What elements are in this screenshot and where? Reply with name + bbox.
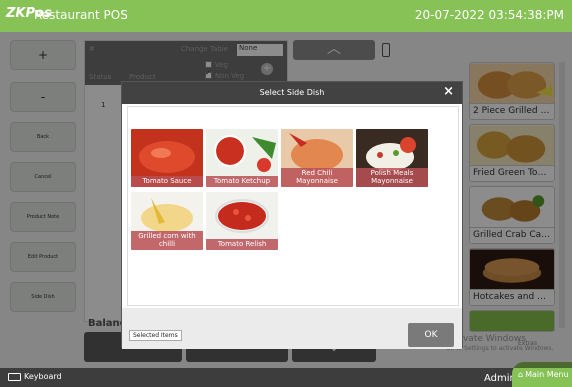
- bottom-bar: Keyboard Admin: [0, 368, 572, 387]
- side-dish-item[interactable]: Red Chili Mayonnaise: [281, 129, 353, 187]
- side-dish-item[interactable]: Polish Meals Mayonnaise: [356, 129, 428, 187]
- home-icon: ⌂: [518, 370, 524, 379]
- keyboard-icon: [8, 372, 21, 381]
- top-bar: ZKPos Restaurant POS 20-07-2022 03:54:38…: [0, 0, 572, 32]
- dish-name: Polish Meals Mayonnaise: [356, 168, 428, 187]
- ok-button[interactable]: OK: [408, 323, 454, 347]
- side-dish-grid: Tomato Sauce Tomato Ketchup Red Chili Ma…: [127, 106, 459, 306]
- selected-items-label: Selected Items: [129, 330, 182, 341]
- dish-name: Red Chili Mayonnaise: [281, 168, 353, 187]
- keyboard-label: Keyboard: [24, 372, 62, 381]
- side-dish-item[interactable]: Tomato Sauce: [131, 129, 203, 187]
- close-icon[interactable]: ×: [443, 84, 454, 99]
- side-dish-item[interactable]: Tomato Ketchup: [206, 129, 278, 187]
- dish-name: Grilled corn with chilli: [131, 231, 203, 250]
- keyboard-button[interactable]: Keyboard: [8, 372, 62, 381]
- side-dish-item[interactable]: Tomato Relish: [206, 192, 278, 250]
- side-dish-dialog: Select Side Dish × Tomato Sauce Tomato K…: [121, 81, 463, 349]
- datetime-display: 20-07-2022 03:54:38:PM: [414, 8, 564, 22]
- dish-name: Tomato Sauce: [131, 176, 203, 187]
- app-title: Restaurant POS: [34, 8, 128, 22]
- dish-name: Tomato Relish: [206, 239, 278, 250]
- main-menu-label: Main Menu: [525, 370, 569, 379]
- dialog-header: Select Side Dish ×: [122, 82, 462, 104]
- dialog-title: Select Side Dish: [259, 88, 325, 97]
- side-dish-item[interactable]: Grilled corn with chilli: [131, 192, 203, 250]
- dish-name: Tomato Ketchup: [206, 176, 278, 187]
